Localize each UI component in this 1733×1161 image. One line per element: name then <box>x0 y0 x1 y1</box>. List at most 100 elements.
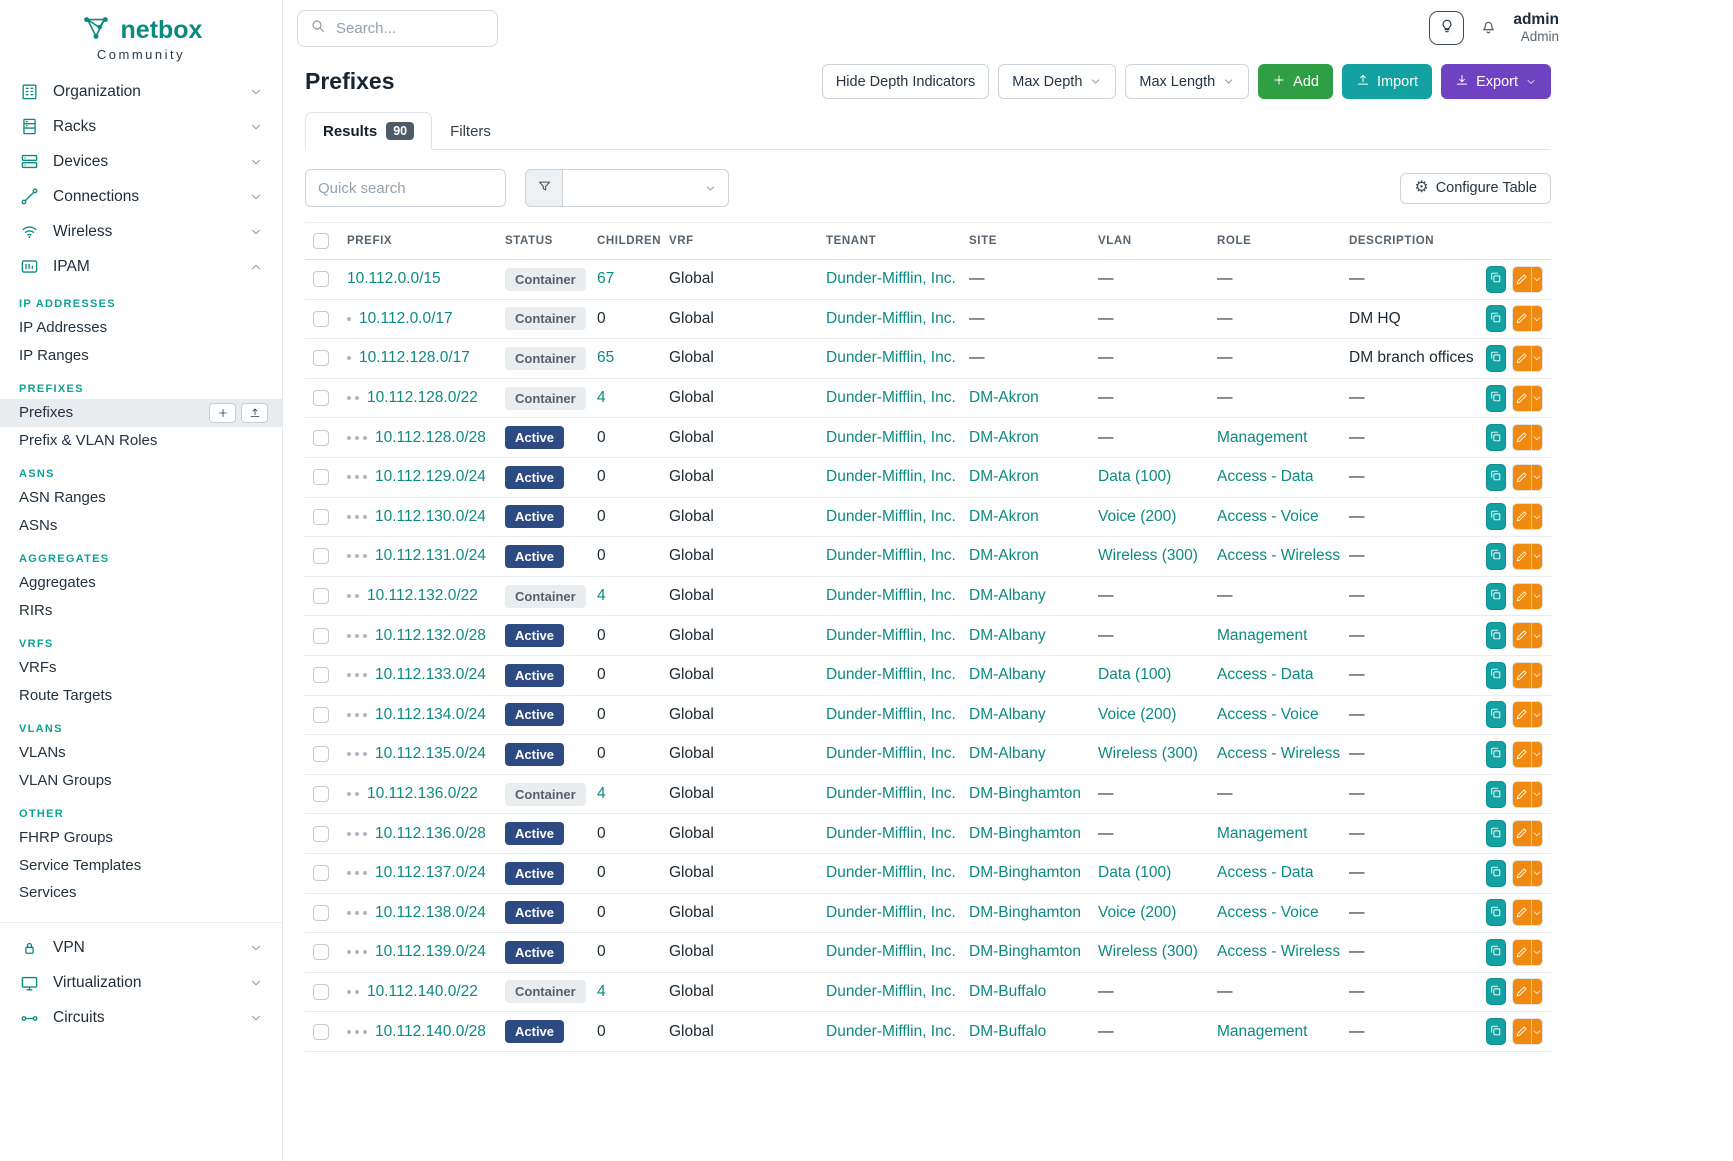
edit-button[interactable] <box>1512 464 1543 491</box>
sidebar-item-prefixes[interactable]: Prefixes <box>0 399 282 427</box>
row-checkbox[interactable] <box>313 311 329 327</box>
column-header-prefix[interactable]: PREFIX <box>339 223 497 260</box>
column-header-description[interactable]: DESCRIPTION <box>1341 223 1478 260</box>
role-link[interactable]: Management <box>1217 825 1307 842</box>
prefix-import-button[interactable] <box>241 403 268 423</box>
edit-dropdown-caret[interactable] <box>1531 979 1542 1004</box>
edit-dropdown-caret[interactable] <box>1531 544 1542 569</box>
edit-button[interactable] <box>1512 424 1543 451</box>
row-checkbox[interactable] <box>313 707 329 723</box>
tenant-link[interactable]: Dunder-Mifflin, Inc. <box>826 547 956 564</box>
select-all-checkbox[interactable] <box>313 233 329 249</box>
edit-button[interactable] <box>1512 266 1543 293</box>
edit-dropdown-caret[interactable] <box>1531 782 1542 807</box>
tenant-link[interactable]: Dunder-Mifflin, Inc. <box>826 508 956 525</box>
prefix-link[interactable]: 10.112.133.0/24 <box>375 666 486 683</box>
role-link[interactable]: Management <box>1217 627 1307 644</box>
prefix-link[interactable]: 10.112.128.0/17 <box>359 349 470 366</box>
row-checkbox[interactable] <box>313 390 329 406</box>
edit-button[interactable] <box>1512 860 1543 887</box>
vlan-link[interactable]: Data (100) <box>1098 864 1171 881</box>
tenant-link[interactable]: Dunder-Mifflin, Inc. <box>826 1023 956 1040</box>
global-search-input[interactable] <box>336 20 485 37</box>
prefix-link[interactable]: 10.112.139.0/24 <box>375 943 486 960</box>
role-link[interactable]: Access - Data <box>1217 666 1313 683</box>
prefix-link[interactable]: 10.112.138.0/24 <box>375 904 486 921</box>
vlan-link[interactable]: Wireless (300) <box>1098 943 1198 960</box>
tenant-link[interactable]: Dunder-Mifflin, Inc. <box>826 310 956 327</box>
edit-button[interactable] <box>1512 978 1543 1005</box>
clone-button[interactable] <box>1486 345 1506 372</box>
tenant-link[interactable]: Dunder-Mifflin, Inc. <box>826 943 956 960</box>
vlan-link[interactable]: Wireless (300) <box>1098 745 1198 762</box>
children-count-link[interactable]: 67 <box>597 270 614 287</box>
row-checkbox[interactable] <box>313 944 329 960</box>
prefix-link[interactable]: 10.112.131.0/24 <box>375 547 486 564</box>
clone-button[interactable] <box>1486 622 1506 649</box>
edit-dropdown-caret[interactable] <box>1531 663 1542 688</box>
row-checkbox[interactable] <box>313 786 329 802</box>
edit-dropdown-caret[interactable] <box>1531 346 1542 371</box>
sidebar-item-circuits[interactable]: Circuits <box>0 1001 282 1036</box>
clone-button[interactable] <box>1486 1018 1506 1045</box>
sidebar-item-devices[interactable]: Devices <box>0 144 282 179</box>
edit-button[interactable] <box>1512 503 1543 530</box>
clone-button[interactable] <box>1486 781 1506 808</box>
site-link[interactable]: DM-Akron <box>969 508 1039 525</box>
site-link[interactable]: DM-Binghamton <box>969 785 1081 802</box>
saved-filter-select[interactable] <box>563 169 729 207</box>
site-link[interactable]: DM-Albany <box>969 627 1046 644</box>
column-header-vlan[interactable]: VLAN <box>1090 223 1209 260</box>
prefix-link[interactable]: 10.112.140.0/22 <box>367 983 478 1000</box>
edit-button[interactable] <box>1512 305 1543 332</box>
edit-dropdown-caret[interactable] <box>1531 425 1542 450</box>
max-length-dropdown[interactable]: Max Length <box>1125 64 1249 99</box>
edit-button[interactable] <box>1512 385 1543 412</box>
prefix-link[interactable]: 10.112.130.0/24 <box>375 508 486 525</box>
children-count-link[interactable]: 4 <box>597 587 606 604</box>
vlan-link[interactable]: Wireless (300) <box>1098 547 1198 564</box>
tenant-link[interactable]: Dunder-Mifflin, Inc. <box>826 587 956 604</box>
clone-button[interactable] <box>1486 662 1506 689</box>
row-checkbox[interactable] <box>313 548 329 564</box>
clone-button[interactable] <box>1486 899 1506 926</box>
edit-dropdown-caret[interactable] <box>1531 584 1542 609</box>
prefix-link[interactable]: 10.112.140.0/28 <box>375 1023 486 1040</box>
user-menu[interactable]: admin Admin <box>1513 11 1559 45</box>
tenant-link[interactable]: Dunder-Mifflin, Inc. <box>826 666 956 683</box>
prefix-link[interactable]: 10.112.129.0/24 <box>375 468 486 485</box>
prefix-link[interactable]: 10.112.128.0/28 <box>375 429 486 446</box>
quick-search[interactable] <box>305 169 506 207</box>
edit-button[interactable] <box>1512 781 1543 808</box>
sidebar-item-vpn[interactable]: VPN <box>0 931 282 966</box>
prefix-link[interactable]: 10.112.136.0/22 <box>367 785 478 802</box>
global-search[interactable] <box>297 10 498 47</box>
prefix-link[interactable]: 10.112.135.0/24 <box>375 745 486 762</box>
sidebar-item-connections[interactable]: Connections <box>0 179 282 214</box>
add-button[interactable]: Add <box>1258 64 1333 99</box>
clone-button[interactable] <box>1486 701 1506 728</box>
edit-dropdown-caret[interactable] <box>1531 940 1542 965</box>
sidebar-item-vlan-groups[interactable]: VLAN Groups <box>0 767 282 795</box>
site-link[interactable]: DM-Binghamton <box>969 904 1081 921</box>
tenant-link[interactable]: Dunder-Mifflin, Inc. <box>826 429 956 446</box>
column-header-children[interactable]: CHILDREN <box>589 223 661 260</box>
edit-button[interactable] <box>1512 899 1543 926</box>
clone-button[interactable] <box>1486 266 1506 293</box>
sidebar-item-aggregates[interactable]: Aggregates <box>0 569 282 597</box>
column-header-vrf[interactable]: VRF <box>661 223 818 260</box>
role-link[interactable]: Access - Voice <box>1217 904 1319 921</box>
theme-toggle-button[interactable] <box>1429 11 1464 45</box>
children-count-link[interactable]: 4 <box>597 785 606 802</box>
site-link[interactable]: DM-Albany <box>969 666 1046 683</box>
edit-button[interactable] <box>1512 543 1543 570</box>
clone-button[interactable] <box>1486 860 1506 887</box>
site-link[interactable]: DM-Albany <box>969 706 1046 723</box>
prefix-link[interactable]: 10.112.137.0/24 <box>375 864 486 881</box>
sidebar-item-route-targets[interactable]: Route Targets <box>0 682 282 710</box>
role-link[interactable]: Access - Voice <box>1217 706 1319 723</box>
tab-filters[interactable]: Filters <box>432 112 509 150</box>
sidebar-item-rirs[interactable]: RIRs <box>0 597 282 625</box>
edit-button[interactable] <box>1512 345 1543 372</box>
tenant-link[interactable]: Dunder-Mifflin, Inc. <box>826 745 956 762</box>
